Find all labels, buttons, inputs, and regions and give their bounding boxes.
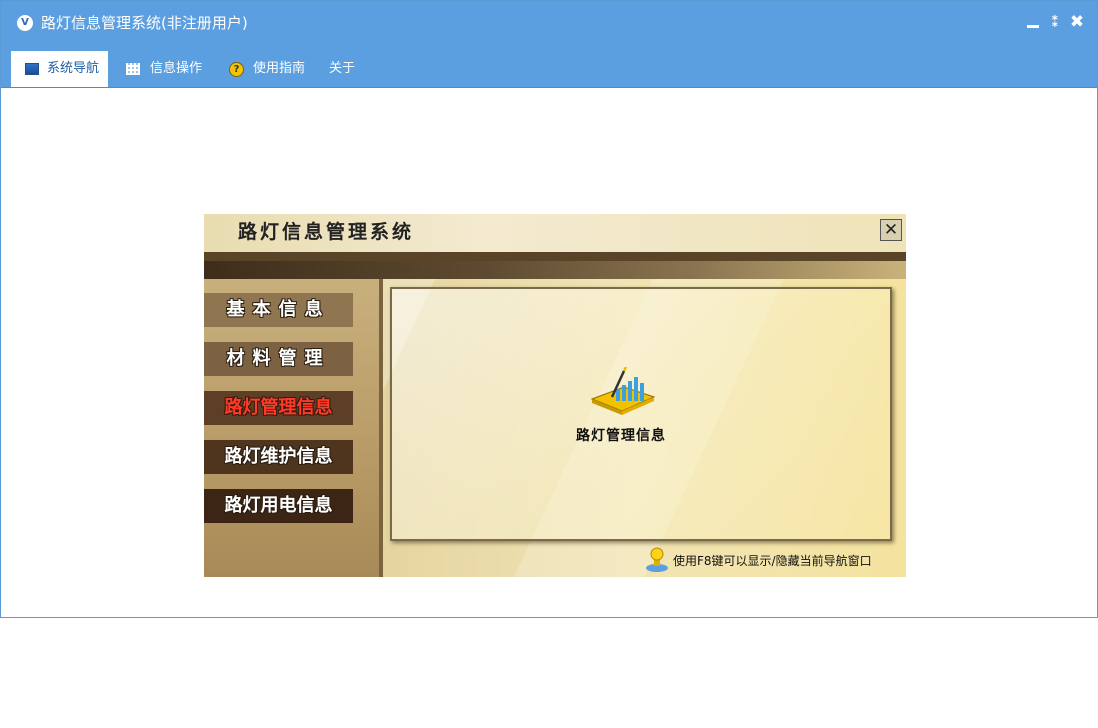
- menu-bar: 系统导航 信息操作 ? 使用指南 关于: [1, 45, 1097, 88]
- window-title: 路灯信息管理系统(非注册用户): [41, 14, 248, 32]
- content-label: 路灯管理信息: [576, 428, 666, 444]
- grid-icon: [126, 63, 140, 75]
- nav-button-basic-info[interactable]: 基本信息: [204, 293, 353, 327]
- navigation-title: 路灯信息管理系统: [238, 221, 415, 243]
- minimize-button[interactable]: [1025, 13, 1041, 31]
- nav-button-streetlight-management[interactable]: 路灯管理信息: [204, 391, 353, 425]
- nav-button-streetlight-power[interactable]: 路灯用电信息: [204, 489, 353, 523]
- f8-hint-text: 使用F8键可以显示/隐藏当前导航窗口: [673, 554, 872, 568]
- tab-info-operation[interactable]: 信息操作: [118, 51, 210, 87]
- tab-label: 使用指南: [253, 61, 306, 76]
- main-window: V 路灯信息管理系统(非注册用户) ⁑ ✖ 系统导航 信息操作 ? 使用指南 关…: [0, 0, 1098, 618]
- monitor-icon: [25, 63, 39, 75]
- content-area: 路灯管理信息: [390, 287, 892, 541]
- help-icon: ?: [229, 62, 244, 77]
- close-button[interactable]: ✖: [1069, 13, 1085, 31]
- nav-button-material-management[interactable]: 材料管理: [204, 342, 353, 376]
- tab-about[interactable]: 关于: [321, 51, 365, 87]
- tab-label: 关于: [329, 61, 356, 76]
- header-divider: [204, 252, 906, 261]
- user-hint-icon: [646, 547, 668, 572]
- navigation-panel: 路灯信息管理系统 ✕ 基本信息 材料管理 路灯管理信息 路灯维护信息 路灯用电信…: [204, 214, 906, 577]
- header-band: [204, 261, 906, 279]
- tab-system-navigation[interactable]: 系统导航: [11, 51, 108, 87]
- nav-button-streetlight-maintenance[interactable]: 路灯维护信息: [204, 440, 353, 474]
- restore-button[interactable]: ⁑: [1047, 13, 1063, 31]
- tab-user-guide[interactable]: ? 使用指南: [221, 51, 313, 87]
- sidebar-divider: [379, 279, 383, 577]
- navigation-close-button[interactable]: ✕: [880, 219, 902, 241]
- book-chart-icon[interactable]: [588, 367, 658, 417]
- title-bar[interactable]: V 路灯信息管理系统(非注册用户) ⁑ ✖: [1, 1, 1097, 45]
- tab-label: 信息操作: [150, 61, 203, 76]
- app-logo-icon: V: [17, 15, 33, 31]
- tab-label: 系统导航: [47, 61, 100, 76]
